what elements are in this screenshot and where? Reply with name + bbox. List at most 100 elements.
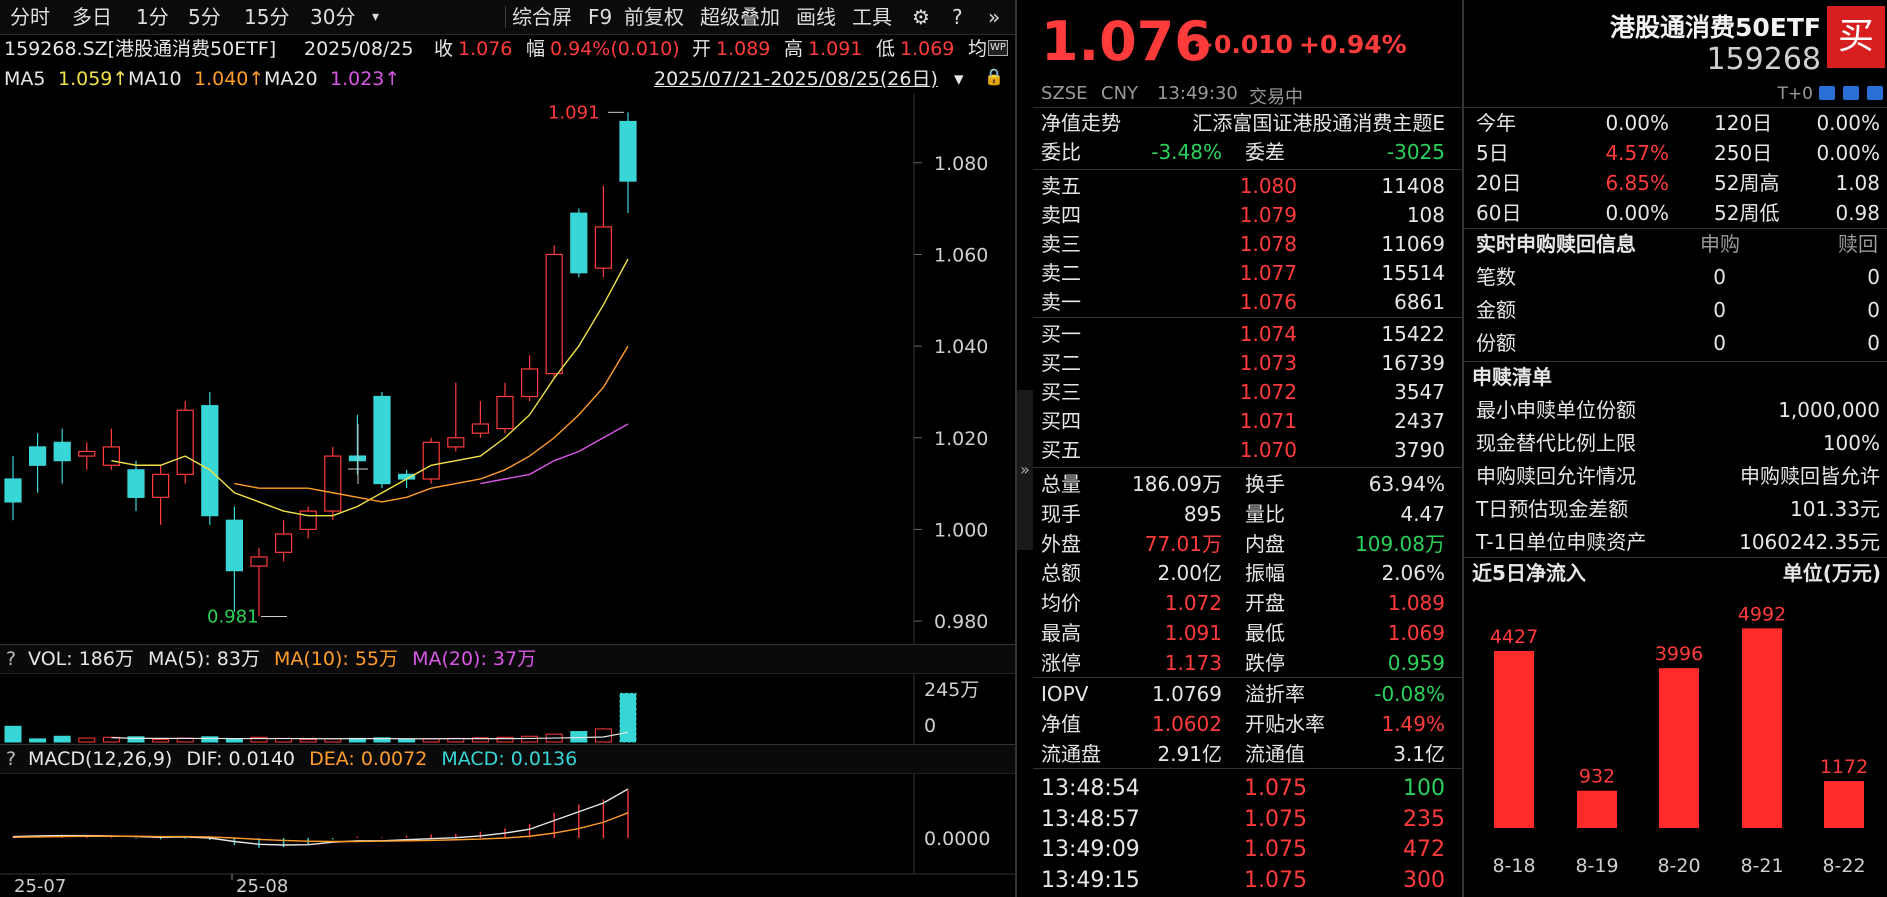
list-row-label: 申购赎回允许情况 <box>1476 464 1636 488</box>
ask-price[interactable]: 1.080 <box>1207 172 1297 201</box>
candle[interactable] <box>176 401 194 484</box>
tick-time: 13:48:57 <box>1041 806 1140 832</box>
y-tick-label: 0.980 <box>934 611 988 633</box>
candle[interactable] <box>201 391 219 525</box>
ma-legend-line: MA5 1.059↑ MA10 1.040↑ MA20 1.023↑ 2025/… <box>0 64 1015 94</box>
wp-badge[interactable]: WP <box>988 40 1008 56</box>
candle[interactable] <box>422 437 440 484</box>
ask-price[interactable]: 1.076 <box>1207 288 1297 317</box>
tab-5min[interactable]: 5分 <box>182 4 227 30</box>
overlay-button[interactable]: 超级叠加 <box>694 4 786 30</box>
vol-value: VOL: 186万 <box>28 648 134 670</box>
help-icon[interactable]: ? <box>946 4 969 30</box>
candle[interactable] <box>373 391 391 489</box>
candle[interactable] <box>348 414 366 475</box>
ask-price[interactable]: 1.078 <box>1207 230 1297 259</box>
change-value: 0.94%(0.010) <box>550 38 680 60</box>
candle[interactable] <box>275 520 293 562</box>
period-toolbar: 分时 多日 1分 5分 15分 30分 ▾ 综合屏 F9 前复权 超级叠加 画线… <box>0 0 1015 35</box>
candle[interactable] <box>152 465 170 525</box>
redeem-value: 0 <box>1867 298 1880 322</box>
volume-bar <box>570 731 588 743</box>
candle[interactable] <box>299 506 317 539</box>
candle[interactable] <box>102 428 121 470</box>
candlestick-chart[interactable]: 1.080 1.060 1.040 1.020 1.000 0.980 1.091 0.981 <box>0 94 1015 644</box>
stat-label: 溢折率 <box>1245 682 1305 706</box>
redeem-value: 0 <box>1867 331 1880 355</box>
lock-icon[interactable]: 🔒 <box>984 68 1004 86</box>
tab-intraday[interactable]: 分时 <box>4 4 56 30</box>
candle[interactable] <box>471 401 489 438</box>
candle[interactable] <box>619 112 637 214</box>
f9-button[interactable]: F9 <box>582 4 618 30</box>
inflow-value-label: 932 <box>1579 766 1615 788</box>
bid-price[interactable]: 1.074 <box>1207 320 1297 349</box>
macd-dif: DIF: 0.0140 <box>186 748 296 770</box>
bid-price[interactable]: 1.071 <box>1207 407 1297 436</box>
candle[interactable] <box>53 428 71 484</box>
bid-volume: 16739 <box>1381 351 1445 375</box>
bid-price[interactable]: 1.070 <box>1207 436 1297 465</box>
candle[interactable] <box>570 208 588 278</box>
candle[interactable] <box>29 433 47 493</box>
add-icon[interactable] <box>1867 86 1883 100</box>
collapse-icon[interactable]: » <box>982 4 1006 30</box>
buy-button[interactable]: 买 <box>1827 6 1885 68</box>
candle[interactable] <box>496 382 514 434</box>
link-icon[interactable] <box>1843 86 1859 100</box>
nav-trend-link[interactable]: 净值走势 <box>1041 109 1121 138</box>
stat-value: 1.091 <box>1164 621 1222 645</box>
bid-price[interactable]: 1.072 <box>1207 378 1297 407</box>
inflow-unit: 单位(万元) <box>1782 561 1881 585</box>
draw-button[interactable]: 画线 <box>790 4 842 30</box>
stat-label: 流通值 <box>1245 741 1305 766</box>
stat-label: 总额 <box>1041 561 1081 586</box>
candle[interactable] <box>594 185 613 278</box>
candle[interactable] <box>127 460 145 512</box>
candle[interactable] <box>225 506 243 612</box>
candle[interactable] <box>4 456 22 521</box>
settings-gear-icon[interactable]: ⚙ <box>906 4 936 30</box>
macd-dea: DEA: 0.0072 <box>309 748 428 770</box>
tab-1min[interactable]: 1分 <box>130 4 175 30</box>
subscribe-title: 实时申购赎回信息 <box>1476 232 1636 256</box>
macd-chart[interactable]: 0.0000 25-07 25-08 <box>0 774 1015 897</box>
ask-price[interactable]: 1.079 <box>1207 201 1297 230</box>
candle[interactable] <box>545 245 563 379</box>
high-marker: 1.091 <box>548 102 600 123</box>
range-dropdown-icon[interactable]: ▾ <box>954 64 964 94</box>
weibi-value: -3.48% <box>1151 140 1222 164</box>
date-range[interactable]: 2025/07/21-2025/08/25(26日) <box>654 64 938 94</box>
tab-multiday[interactable]: 多日 <box>66 4 118 30</box>
candle[interactable] <box>324 446 342 521</box>
edit-icon[interactable] <box>1819 86 1835 100</box>
composite-screen-button[interactable]: 综合屏 <box>506 4 578 30</box>
ask-volume: 11408 <box>1381 174 1445 198</box>
stat-value: 77.01万 <box>1144 531 1222 556</box>
currency-label: CNY <box>1101 83 1139 104</box>
ma10-value: 1.040↑ <box>194 68 265 90</box>
period-more-dropdown[interactable]: ▾ <box>366 4 385 30</box>
bid-level-label: 买四 <box>1041 409 1081 433</box>
candle[interactable] <box>447 382 465 452</box>
ask-price[interactable]: 1.077 <box>1207 259 1297 288</box>
inflow-value-label: 1172 <box>1820 756 1868 778</box>
exchange-label: SZSE <box>1041 83 1088 104</box>
candle[interactable] <box>520 355 539 402</box>
volume-chart[interactable]: 245万 0 <box>0 674 1015 744</box>
ask-volume: 15514 <box>1381 261 1445 285</box>
candle[interactable] <box>78 442 96 470</box>
price-change-pct: +0.94% <box>1299 30 1407 59</box>
adjust-button[interactable]: 前复权 <box>618 4 690 30</box>
vol-min-label: 0 <box>924 715 936 737</box>
tick-price: 1.075 <box>1244 837 1307 862</box>
help-icon[interactable]: ? <box>0 745 22 773</box>
perf-label: 52周高 <box>1714 171 1780 195</box>
fund-full-name: 汇添富国证港股通消费主题E <box>1192 111 1445 135</box>
bid-price[interactable]: 1.073 <box>1207 349 1297 378</box>
tick-volume: 300 <box>1403 867 1445 893</box>
help-icon[interactable]: ? <box>0 645 22 673</box>
tab-15min[interactable]: 15分 <box>238 4 295 30</box>
tools-button[interactable]: 工具 <box>846 4 898 30</box>
tab-30min[interactable]: 30分 <box>304 4 361 30</box>
